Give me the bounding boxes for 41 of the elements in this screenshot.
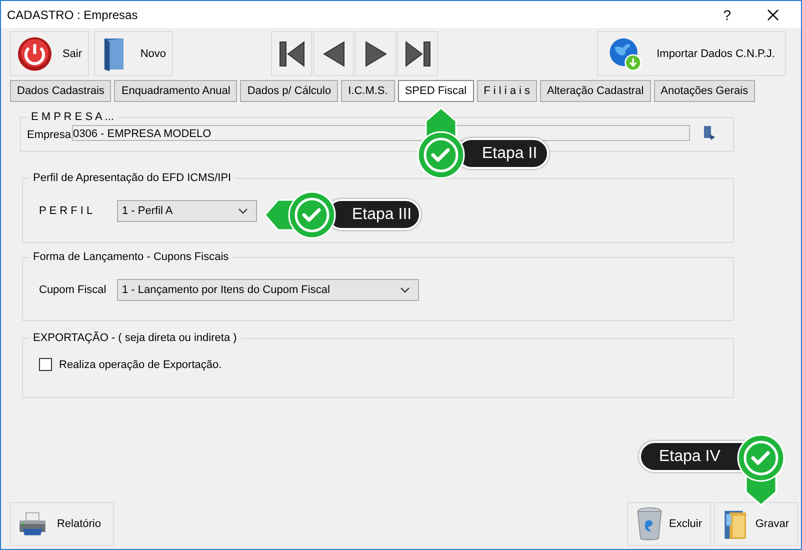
- navigation-button[interactable]: [313, 31, 354, 76]
- tab[interactable]: Dados p/ Cálculo: [240, 80, 338, 102]
- help-button[interactable]: ?: [723, 6, 731, 22]
- chevron-down-icon: [238, 208, 248, 214]
- tab[interactable]: Alteração Cadastral: [540, 80, 651, 102]
- tab[interactable]: SPED Fiscal: [398, 80, 474, 102]
- navigation-button[interactable]: [397, 31, 438, 76]
- tab[interactable]: F i l i a i s: [476, 80, 538, 102]
- power-icon: [17, 36, 52, 72]
- report-button[interactable]: Relatório: [10, 502, 114, 546]
- group-title: E M P R E S A ...: [30, 111, 115, 123]
- group-title: Forma de Lançamento - Cupons Fiscais: [32, 251, 230, 263]
- checkbox[interactable]: [39, 358, 52, 371]
- group-title: Perfil de Apresentação do EFD ICMS/IPI: [32, 172, 232, 184]
- window-title: CADASTRO : Empresas: [7, 8, 138, 22]
- navigation-button[interactable]: [271, 31, 312, 76]
- check-pin-icon: [264, 190, 337, 240]
- company-field[interactable]: 0306 - EMPRESA MODELO: [72, 125, 690, 141]
- import-button[interactable]: Importar Dados C.N.P.J.: [597, 31, 786, 76]
- toolbar-button[interactable]: Sair: [10, 31, 89, 76]
- check-pin-icon: [416, 108, 466, 180]
- field-label: Empresa: [27, 129, 72, 141]
- coupon-dropdown[interactable]: 1 - Lançamento por Itens do Cupom Fiscal: [117, 279, 419, 301]
- tab[interactable]: I.C.M.S.: [341, 80, 395, 102]
- checkbox-label: Realiza operação de Exportação.: [59, 358, 222, 370]
- tab[interactable]: Enquadramento Anual: [114, 80, 238, 102]
- check-pin-icon: [736, 433, 786, 505]
- lookup-icon[interactable]: [702, 125, 716, 141]
- trash-icon: [636, 504, 663, 542]
- chevron-down-icon: [400, 287, 410, 293]
- close-icon[interactable]: [767, 8, 779, 20]
- profile-dropdown[interactable]: 1 - Perfil A: [117, 200, 257, 222]
- delete-button[interactable]: Excluir: [627, 502, 711, 546]
- toolbar-button[interactable]: Novo: [94, 31, 173, 76]
- field-label: P E R F I L: [38, 205, 94, 217]
- save-button[interactable]: Gravar: [714, 502, 798, 546]
- navigation-button[interactable]: [355, 31, 396, 76]
- tab[interactable]: Anotações Gerais: [654, 80, 756, 102]
- group-title: EXPORTAÇÃO - ( seja direta ou indireta ): [32, 332, 238, 344]
- field-label: Cupom Fiscal: [38, 284, 108, 296]
- tab[interactable]: Dados Cadastrais: [10, 80, 112, 102]
